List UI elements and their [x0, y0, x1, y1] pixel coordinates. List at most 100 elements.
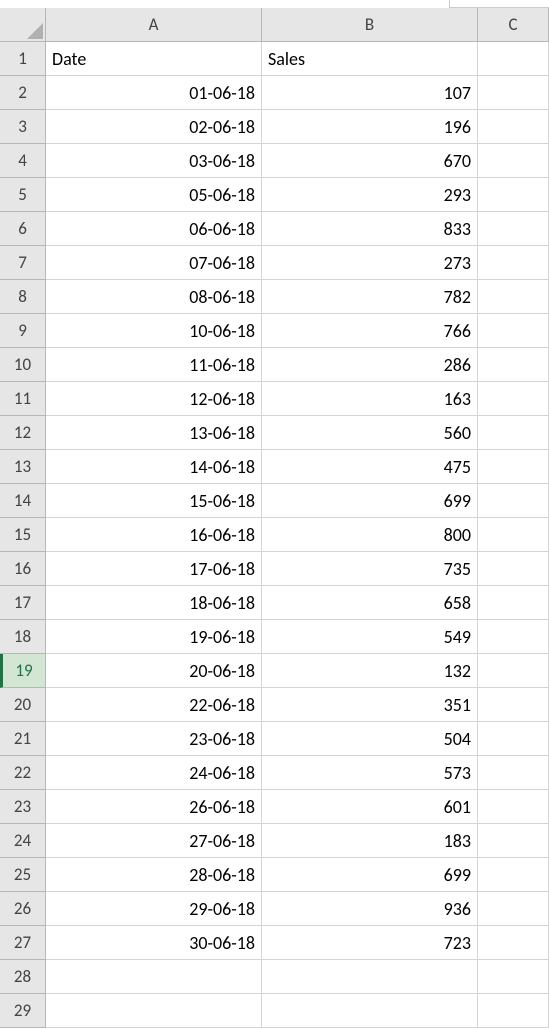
- cell-B15[interactable]: 800: [262, 518, 478, 552]
- cell-B19[interactable]: 132: [262, 654, 478, 688]
- row-header-12[interactable]: 12: [0, 416, 46, 450]
- row-header-27[interactable]: 27: [0, 926, 46, 960]
- cell-C7[interactable]: [478, 246, 549, 280]
- row-header-25[interactable]: 25: [0, 858, 46, 892]
- cell-C18[interactable]: [478, 620, 549, 654]
- cell-A29[interactable]: [46, 994, 262, 1028]
- row-header-20[interactable]: 20: [0, 688, 46, 722]
- cell-A16[interactable]: 17-06-18: [46, 552, 262, 586]
- cell-B25[interactable]: 699: [262, 858, 478, 892]
- row-header-16[interactable]: 16: [0, 552, 46, 586]
- cell-B29[interactable]: [262, 994, 478, 1028]
- row-header-23[interactable]: 23: [0, 790, 46, 824]
- cell-C9[interactable]: [478, 314, 549, 348]
- cell-A12[interactable]: 13-06-18: [46, 416, 262, 450]
- cell-C4[interactable]: [478, 144, 549, 178]
- cell-B17[interactable]: 658: [262, 586, 478, 620]
- cell-C3[interactable]: [478, 110, 549, 144]
- cell-C21[interactable]: [478, 722, 549, 756]
- cell-C24[interactable]: [478, 824, 549, 858]
- cell-B12[interactable]: 560: [262, 416, 478, 450]
- cell-A20[interactable]: 22-06-18: [46, 688, 262, 722]
- cell-B21[interactable]: 504: [262, 722, 478, 756]
- row-header-19[interactable]: 19: [0, 654, 46, 688]
- cell-C16[interactable]: [478, 552, 549, 586]
- cell-A25[interactable]: 28-06-18: [46, 858, 262, 892]
- cell-C6[interactable]: [478, 212, 549, 246]
- cell-C1[interactable]: [478, 42, 549, 76]
- cell-A9[interactable]: 10-06-18: [46, 314, 262, 348]
- row-header-28[interactable]: 28: [0, 960, 46, 994]
- cell-A11[interactable]: 12-06-18: [46, 382, 262, 416]
- cell-B3[interactable]: 196: [262, 110, 478, 144]
- cell-A26[interactable]: 29-06-18: [46, 892, 262, 926]
- cell-C29[interactable]: [478, 994, 549, 1028]
- cell-B16[interactable]: 735: [262, 552, 478, 586]
- cell-A10[interactable]: 11-06-18: [46, 348, 262, 382]
- cell-B24[interactable]: 183: [262, 824, 478, 858]
- cell-B14[interactable]: 699: [262, 484, 478, 518]
- cell-B7[interactable]: 273: [262, 246, 478, 280]
- row-header-3[interactable]: 3: [0, 110, 46, 144]
- cell-B28[interactable]: [262, 960, 478, 994]
- cell-C26[interactable]: [478, 892, 549, 926]
- cell-B10[interactable]: 286: [262, 348, 478, 382]
- spreadsheet-grid[interactable]: ABC1DateSales201-06-18107302-06-18196403…: [0, 8, 549, 1028]
- cell-A21[interactable]: 23-06-18: [46, 722, 262, 756]
- cell-A5[interactable]: 05-06-18: [46, 178, 262, 212]
- cell-A15[interactable]: 16-06-18: [46, 518, 262, 552]
- row-header-5[interactable]: 5: [0, 178, 46, 212]
- cell-A17[interactable]: 18-06-18: [46, 586, 262, 620]
- cell-A13[interactable]: 14-06-18: [46, 450, 262, 484]
- cell-B8[interactable]: 782: [262, 280, 478, 314]
- row-header-24[interactable]: 24: [0, 824, 46, 858]
- select-all-corner[interactable]: [0, 8, 46, 42]
- cell-A2[interactable]: 01-06-18: [46, 76, 262, 110]
- cell-C25[interactable]: [478, 858, 549, 892]
- cell-A23[interactable]: 26-06-18: [46, 790, 262, 824]
- cell-A3[interactable]: 02-06-18: [46, 110, 262, 144]
- cell-C17[interactable]: [478, 586, 549, 620]
- cell-A18[interactable]: 19-06-18: [46, 620, 262, 654]
- row-header-1[interactable]: 1: [0, 42, 46, 76]
- cell-C27[interactable]: [478, 926, 549, 960]
- row-header-13[interactable]: 13: [0, 450, 46, 484]
- cell-A4[interactable]: 03-06-18: [46, 144, 262, 178]
- cell-B22[interactable]: 573: [262, 756, 478, 790]
- row-header-10[interactable]: 10: [0, 348, 46, 382]
- cell-B5[interactable]: 293: [262, 178, 478, 212]
- row-header-15[interactable]: 15: [0, 518, 46, 552]
- cell-A6[interactable]: 06-06-18: [46, 212, 262, 246]
- cell-C2[interactable]: [478, 76, 549, 110]
- row-header-8[interactable]: 8: [0, 280, 46, 314]
- cell-C15[interactable]: [478, 518, 549, 552]
- column-header-B[interactable]: B: [262, 8, 478, 42]
- row-header-11[interactable]: 11: [0, 382, 46, 416]
- row-header-6[interactable]: 6: [0, 212, 46, 246]
- cell-A19[interactable]: 20-06-18: [46, 654, 262, 688]
- cell-A24[interactable]: 27-06-18: [46, 824, 262, 858]
- cell-B9[interactable]: 766: [262, 314, 478, 348]
- cell-B20[interactable]: 351: [262, 688, 478, 722]
- cell-A22[interactable]: 24-06-18: [46, 756, 262, 790]
- row-header-17[interactable]: 17: [0, 586, 46, 620]
- row-header-4[interactable]: 4: [0, 144, 46, 178]
- column-header-A[interactable]: A: [46, 8, 262, 42]
- cell-A1[interactable]: Date: [46, 42, 262, 76]
- cell-B18[interactable]: 549: [262, 620, 478, 654]
- row-header-9[interactable]: 9: [0, 314, 46, 348]
- row-header-29[interactable]: 29: [0, 994, 46, 1028]
- cell-C11[interactable]: [478, 382, 549, 416]
- cell-A14[interactable]: 15-06-18: [46, 484, 262, 518]
- row-header-21[interactable]: 21: [0, 722, 46, 756]
- row-header-22[interactable]: 22: [0, 756, 46, 790]
- row-header-7[interactable]: 7: [0, 246, 46, 280]
- row-header-18[interactable]: 18: [0, 620, 46, 654]
- cell-B11[interactable]: 163: [262, 382, 478, 416]
- cell-B2[interactable]: 107: [262, 76, 478, 110]
- row-header-2[interactable]: 2: [0, 76, 46, 110]
- cell-C13[interactable]: [478, 450, 549, 484]
- cell-B23[interactable]: 601: [262, 790, 478, 824]
- cell-C5[interactable]: [478, 178, 549, 212]
- cell-C10[interactable]: [478, 348, 549, 382]
